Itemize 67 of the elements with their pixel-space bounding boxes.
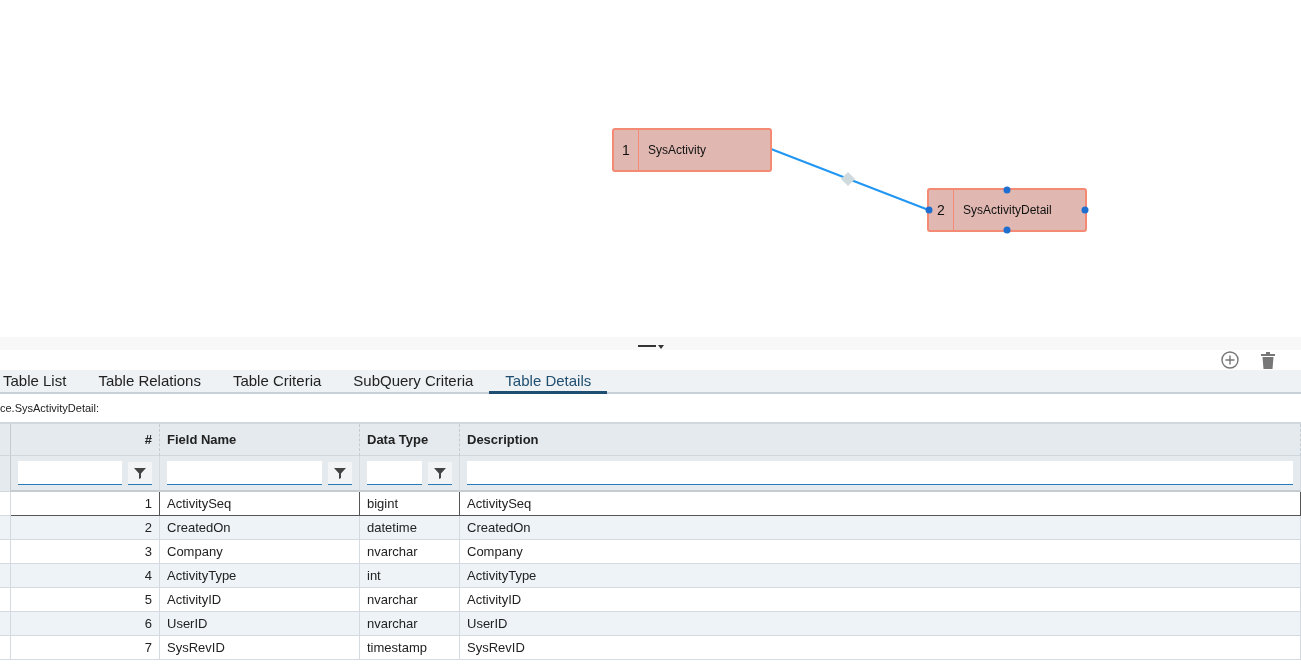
trash-icon[interactable]	[1261, 351, 1275, 369]
splitter-handle-icon[interactable]	[637, 342, 664, 350]
table-cell: UserID	[160, 612, 360, 636]
filter-field[interactable]	[467, 461, 1293, 485]
table-cell: datetime	[360, 516, 460, 540]
filter-icon	[334, 466, 346, 479]
row-header-cell[interactable]	[0, 540, 11, 564]
filter-icon	[434, 466, 446, 479]
table-cell: ActivityType	[460, 564, 1301, 588]
table-cell: Company	[460, 540, 1301, 564]
table-node[interactable]: 2 SysActivityDetail	[927, 188, 1087, 232]
table-cell: 7	[11, 636, 160, 660]
table-cell: 2	[11, 516, 160, 540]
table-cell: nvarchar	[360, 540, 460, 564]
row-header-cell[interactable]	[0, 588, 11, 612]
filter-field[interactable]	[167, 461, 322, 485]
resize-handle[interactable]	[925, 206, 933, 214]
table-cell: 6	[11, 612, 160, 636]
table-cell: bigint	[360, 492, 460, 516]
row-header-cell[interactable]	[0, 636, 11, 660]
row-header-cell[interactable]	[0, 564, 11, 588]
table-cell: timestamp	[360, 636, 460, 660]
table-cell: CreatedOn	[460, 516, 1301, 540]
node-name: SysActivity	[647, 143, 706, 157]
table-cell: nvarchar	[360, 612, 460, 636]
table-cell: UserID	[460, 612, 1301, 636]
resize-handle[interactable]	[1003, 226, 1011, 234]
filter-button[interactable]	[128, 461, 152, 485]
filter-icon	[134, 466, 146, 479]
node-number: 1	[614, 130, 639, 170]
table-cell: 4	[11, 564, 160, 588]
table-path: ce.SysActivityDetail:	[0, 401, 101, 416]
tab[interactable]: Table Criteria	[216, 370, 338, 394]
table-cell: 5	[11, 588, 160, 612]
tab[interactable]: Table Details	[489, 370, 608, 394]
table-cell: ActivityID	[160, 588, 360, 612]
table-cell: ActivityID	[460, 588, 1301, 612]
filter-button[interactable]	[428, 461, 452, 485]
resize-handle[interactable]	[1003, 186, 1011, 194]
filter-field[interactable]	[367, 461, 422, 485]
table-cell: 3	[11, 540, 160, 564]
filter-field[interactable]	[18, 461, 122, 485]
table-cell: ActivitySeq	[460, 492, 1301, 516]
table-cell: CreatedOn	[160, 516, 360, 540]
table-cell: SysRevID	[460, 636, 1301, 660]
tab[interactable]: SubQuery Criteria	[337, 370, 490, 394]
table-cell: ActivityType	[160, 564, 360, 588]
row-header-cell[interactable]	[0, 612, 11, 636]
table-cell: Company	[160, 540, 360, 564]
column-header[interactable]: #	[11, 424, 160, 456]
row-header-cell[interactable]	[0, 492, 11, 516]
node-name: SysActivityDetail	[962, 203, 1052, 217]
filter-button[interactable]	[328, 461, 352, 485]
column-header[interactable]: Data Type	[360, 424, 460, 456]
column-header[interactable]: Field Name	[160, 424, 360, 456]
table-node[interactable]: 1 SysActivity	[612, 128, 772, 172]
row-header-cell[interactable]	[0, 516, 11, 540]
column-header[interactable]: Description	[460, 424, 1301, 456]
table-cell: nvarchar	[360, 588, 460, 612]
table-cell: 1	[11, 492, 160, 516]
add-icon[interactable]	[1221, 351, 1239, 369]
table-cell: ActivitySeq	[160, 492, 360, 516]
table-cell: int	[360, 564, 460, 588]
table-cell: SysRevID	[160, 636, 360, 660]
resize-handle[interactable]	[1081, 206, 1089, 214]
tab[interactable]: Table Relations	[82, 370, 217, 394]
tab[interactable]: Table List	[0, 370, 83, 394]
